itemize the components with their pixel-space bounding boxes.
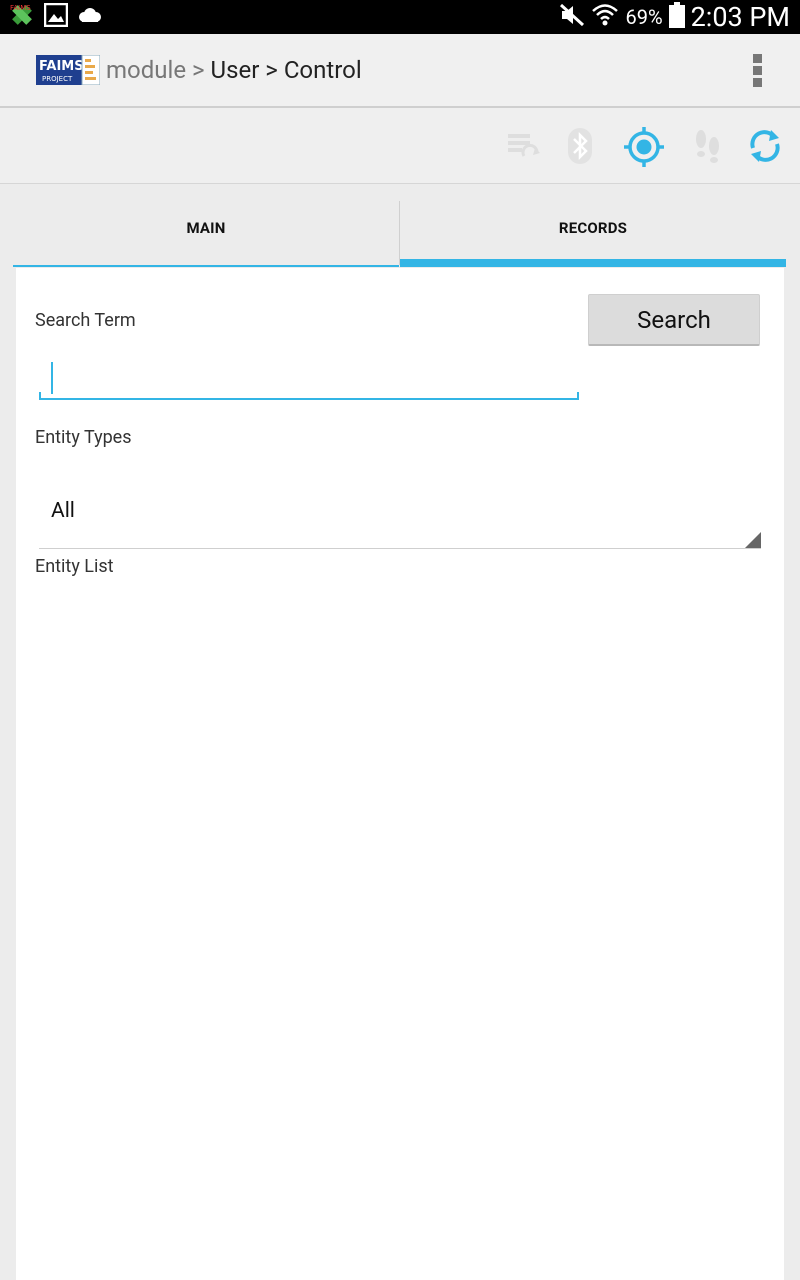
records-panel: Search Term Search Entity Types All Enti… [16,268,784,1280]
logo-subtext: PROJECT [42,75,73,83]
breadcrumb-separator: > [259,56,284,84]
mute-icon [559,3,585,31]
breadcrumb-module[interactable]: module [106,56,186,84]
entity-list[interactable] [35,588,761,1268]
satellite-icon: FAIMS [8,1,36,33]
bluetooth-icon[interactable] [560,126,600,166]
logo-text: FAIMS [39,59,84,74]
faims-logo[interactable]: FAIMS PROJECT [36,54,101,86]
breadcrumb-control: Control [283,56,362,84]
action-bar: FAIMS PROJECT module > User > Control [0,34,800,108]
breadcrumb-user[interactable]: User [211,56,260,84]
search-term-label: Search Term [35,310,136,331]
tab-records[interactable]: RECORDS [400,201,786,267]
status-right-icons: 69% 2:03 PM [559,0,790,34]
battery-percent: 69% [625,5,663,29]
wifi-icon [591,2,619,32]
tab-main[interactable]: MAIN [13,201,399,267]
tab-bar: MAIN RECORDS [13,201,787,267]
svg-text:FAIMS: FAIMS [10,4,31,12]
status-toolbar [0,108,800,184]
cloud-icon [76,6,102,28]
refresh-icon[interactable] [745,126,785,166]
entity-types-selected: All [51,499,75,523]
entity-types-dropdown[interactable]: All [39,488,761,549]
breadcrumb: module > User > Control [106,34,362,106]
status-left-icons: FAIMS [8,0,102,34]
overflow-menu-icon[interactable] [742,54,772,88]
search-input[interactable] [39,360,579,400]
search-button[interactable]: Search [588,294,760,346]
image-icon [43,2,69,31]
status-time: 2:03 PM [690,1,790,33]
entity-types-label: Entity Types [35,427,132,448]
entity-list-label: Entity List [35,556,114,577]
status-bar: FAIMS 69% 2:03 PM [0,0,800,34]
breadcrumb-separator: > [186,56,211,84]
sync-list-icon[interactable] [504,126,544,166]
gps-icon[interactable] [623,126,664,167]
dropdown-arrow-icon [745,532,761,548]
text-caret [51,362,53,394]
battery-icon [668,2,685,32]
tracking-icon[interactable] [688,126,728,166]
